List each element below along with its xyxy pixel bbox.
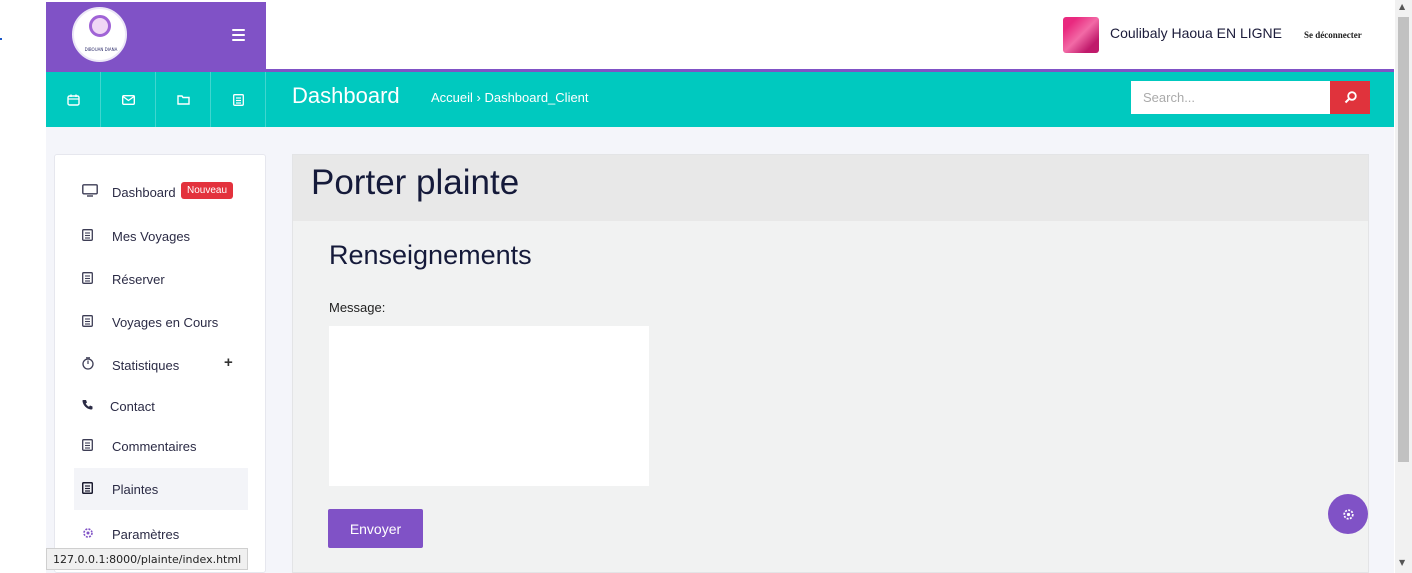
search-input[interactable] (1131, 81, 1330, 114)
expand-icon[interactable]: + (224, 354, 233, 371)
sidebar-item-contact[interactable]: Contact (74, 385, 248, 427)
page-scrollbar[interactable]: ▲ ▼ (1395, 0, 1412, 573)
search-icon (1344, 91, 1357, 104)
scrollbar-thumb[interactable] (1398, 17, 1409, 462)
sidebar-item-label: Statistiques (112, 357, 180, 373)
sidebar-item-label: Mes Voyages (112, 228, 191, 244)
sidebar-item-mes-voyages[interactable]: Mes Voyages (74, 215, 248, 257)
message-field[interactable] (329, 326, 649, 486)
sidebar-item-voyages-en-cours[interactable]: Voyages en Cours (74, 301, 248, 343)
phone-icon (82, 399, 110, 413)
sidebar-item-reserver[interactable]: Réserver (74, 258, 248, 300)
status-url-tooltip: 127.0.0.1:8000/plainte/index.html (46, 548, 249, 570)
folder-icon[interactable] (156, 72, 211, 127)
list-icon[interactable] (211, 72, 266, 127)
search-button[interactable] (1330, 81, 1370, 114)
logout-link[interactable]: Se déconnecter (1304, 30, 1362, 40)
mail-icon[interactable] (101, 72, 156, 127)
sidebar-item-label: Commentaires (112, 438, 197, 454)
stray-dot (0, 38, 2, 40)
top-header: DIBOUAN DIANA Coulibaly Haoua EN LIGNE S… (46, 2, 1394, 69)
message-label: Message: (329, 300, 386, 315)
card-header: Porter plainte (293, 155, 1368, 221)
chart-icon (82, 357, 112, 373)
settings-fab[interactable] (1328, 494, 1368, 534)
section-title: Renseignements (329, 240, 532, 270)
send-button[interactable]: Envoyer (328, 509, 423, 548)
sidebar-item-commentaires[interactable]: Commentaires (74, 425, 248, 467)
logo-panel: DIBOUAN DIANA (46, 2, 266, 69)
sidebar-item-label: Réserver (112, 271, 165, 287)
breadcrumb[interactable]: Accueil › Dashboard_Client (431, 90, 589, 105)
settings-icon (1342, 508, 1354, 520)
sidebar: Dashboard Nouveau Mes Voyages Réserver V… (54, 154, 266, 573)
complaint-card: Porter plainte Renseignements Message: E… (292, 154, 1369, 573)
new-badge: Nouveau (181, 182, 234, 199)
sidebar-item-label: Contact (110, 398, 155, 414)
user-name: Coulibaly Haoua EN LIGNE (1110, 25, 1282, 41)
sidebar-item-label: Plaintes (112, 481, 159, 497)
sidebar-item-label: Voyages en Cours (112, 314, 219, 330)
app-logo[interactable]: DIBOUAN DIANA (72, 7, 127, 62)
avatar[interactable] (1063, 17, 1099, 53)
page-title: Porter plainte (311, 163, 520, 202)
sidebar-item-label: Paramètres (112, 526, 180, 542)
list-icon (81, 481, 112, 497)
gear-icon (82, 527, 112, 542)
sidebar-item-statistiques[interactable]: Statistiques + (74, 344, 248, 386)
sidebar-item-plaintes[interactable]: Plaintes (74, 468, 248, 510)
scroll-down-icon[interactable]: ▼ (1399, 558, 1405, 567)
sidebar-item-dashboard[interactable]: Dashboard Nouveau (74, 171, 248, 213)
page-heading: Dashboard (292, 83, 400, 108)
sub-navbar: Dashboard Accueil › Dashboard_Client (46, 72, 1394, 127)
hamburger-icon[interactable] (232, 29, 245, 41)
logo-emblem (89, 15, 111, 37)
sidebar-item-label: Dashboard (112, 184, 176, 200)
list-icon (82, 314, 112, 330)
scroll-up-icon[interactable]: ▲ (1399, 2, 1405, 11)
logo-text: DIBOUAN DIANA (84, 47, 118, 52)
monitor-icon (82, 184, 112, 200)
list-icon (82, 271, 112, 287)
list-icon (82, 228, 112, 244)
calendar-icon[interactable] (46, 72, 101, 127)
list-icon (82, 438, 112, 454)
